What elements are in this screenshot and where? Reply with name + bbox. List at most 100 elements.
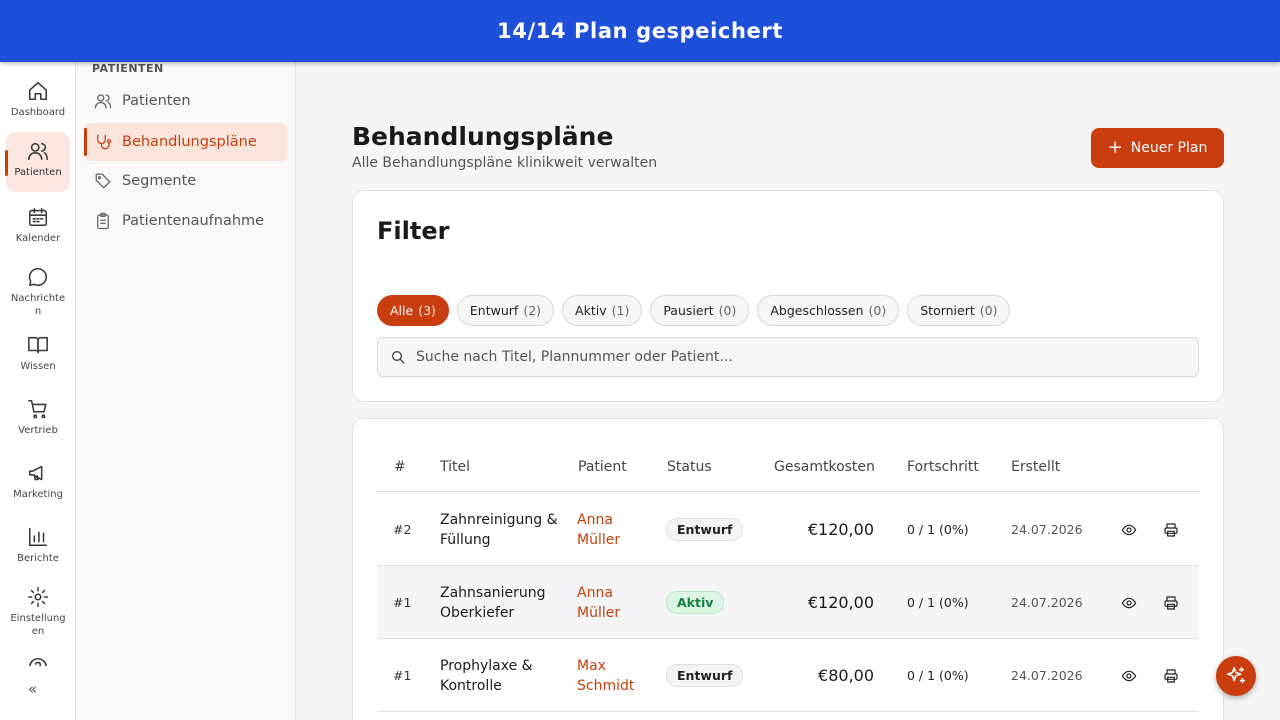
row-created: 24.07.2026	[1011, 668, 1083, 683]
subnav-item-segmente[interactable]: Segmente	[84, 162, 287, 200]
subnav-heading: PATIENTEN	[92, 62, 164, 75]
rail-item-label: Patienten	[14, 167, 62, 178]
col-progress[interactable]: Fortschritt	[907, 459, 979, 475]
row-progress: 0 / 1 (0%)	[907, 595, 969, 610]
megaphone-icon	[28, 465, 43, 481]
chip-label: Aktiv	[575, 303, 607, 318]
subnav-item-label: Patientenaufnahme	[122, 213, 265, 229]
calendar-icon	[28, 207, 48, 227]
printer-icon	[1164, 595, 1178, 610]
subnav-item-label: Behandlungspläne	[122, 134, 257, 150]
chip-aktiv[interactable]: Aktiv (1)	[562, 295, 643, 326]
status-badge: Aktiv	[666, 591, 725, 614]
row-number: #1	[393, 595, 412, 610]
rail-item-label: Wissen	[20, 361, 56, 372]
ai-assistant-button[interactable]	[1216, 656, 1256, 696]
row-total-cost: €120,00	[807, 593, 874, 612]
row-patient-link[interactable]: Max Schmidt	[577, 639, 657, 712]
rail-item-label: Berichte	[17, 553, 59, 564]
chip-entwurf[interactable]: Entwurf (2)	[456, 295, 555, 326]
rail-item-vertrieb[interactable]: Vertrieb	[6, 390, 70, 446]
rail-item-marketing[interactable]: Marketing	[6, 454, 70, 510]
search-input[interactable]	[416, 349, 1176, 365]
chip-count: (0)	[868, 303, 887, 318]
filter-title: Filter	[377, 217, 450, 245]
new-plan-label: Neuer Plan	[1130, 140, 1208, 156]
printer-icon	[1164, 522, 1178, 537]
view-button[interactable]	[1121, 639, 1137, 712]
rail-item-label: Dashboard	[10, 107, 66, 118]
row-status: Aktiv	[666, 566, 725, 639]
chip-label: Alle	[390, 303, 414, 318]
collapse-sidebar-button[interactable]: «	[28, 680, 37, 698]
view-button[interactable]	[1121, 493, 1137, 566]
rail-item-kalender[interactable]: Kalender	[6, 198, 70, 254]
new-plan-button[interactable]: + Neuer Plan	[1091, 128, 1224, 168]
chip-count: (3)	[418, 303, 436, 318]
main-rail: Dashboard Patienten Kalender Nachrichten…	[0, 62, 76, 720]
row-progress: 0 / 1 (0%)	[907, 668, 969, 683]
sparkles-icon	[1226, 666, 1246, 684]
chip-abgeschlossen[interactable]: Abgeschlossen (0)	[757, 295, 900, 326]
subnav-item-patienten[interactable]: Patienten	[84, 82, 287, 120]
chip-alle[interactable]: Alle (3)	[377, 295, 449, 326]
chip-count: (2)	[523, 303, 542, 318]
chip-label: Pausiert	[663, 303, 714, 318]
filter-card: Filter Alle (3) Entwurf (2) Aktiv (1) Pausi…	[352, 190, 1224, 402]
rail-item-patienten[interactable]: Patienten	[5, 132, 70, 192]
rail-item-label: Vertrieb	[18, 425, 58, 436]
status-badge: Entwurf	[666, 664, 744, 687]
col-patient[interactable]: Patient	[578, 459, 627, 475]
users-icon	[28, 142, 48, 161]
col-status[interactable]: Status	[667, 459, 712, 475]
search-icon	[392, 351, 405, 364]
table-row[interactable]: #1 Prophylaxe & Kontrolle Max Schmidt En…	[377, 639, 1199, 712]
row-status: Entwurf	[666, 493, 744, 566]
row-total-cost: €120,00	[807, 520, 874, 539]
status-badge: Entwurf	[666, 518, 744, 541]
col-number: #	[394, 459, 406, 475]
print-button[interactable]	[1163, 639, 1179, 712]
col-created[interactable]: Erstellt	[1011, 459, 1060, 475]
row-title: Zahnsanierung Oberkiefer	[440, 584, 546, 621]
subnav-item-label: Segmente	[122, 173, 197, 189]
rail-item-berichte[interactable]: Berichte	[6, 518, 70, 574]
message-icon	[28, 267, 47, 287]
help-icon[interactable]	[27, 656, 49, 666]
plus-icon: +	[1107, 137, 1123, 158]
table-row[interactable]: #2 Zahnreinigung & Füllung Anna Müller E…	[377, 493, 1199, 566]
print-button[interactable]	[1163, 566, 1179, 639]
row-patient-link[interactable]: Anna Müller	[577, 566, 657, 639]
subnav-item-label: Patienten	[122, 93, 191, 109]
chip-label: Storniert	[920, 303, 975, 318]
row-created: 24.07.2026	[1011, 522, 1083, 537]
rail-item-nachrichten[interactable]: Nachrichten	[6, 258, 70, 322]
rail-item-wissen[interactable]: Wissen	[6, 326, 70, 382]
chip-count: (0)	[718, 303, 737, 318]
print-button[interactable]	[1163, 493, 1179, 566]
eye-icon	[1121, 670, 1137, 681]
cart-icon	[28, 399, 47, 419]
chip-pausiert[interactable]: Pausiert (0)	[650, 295, 750, 326]
col-title[interactable]: Titel	[440, 459, 470, 475]
row-status: Entwurf	[666, 639, 744, 712]
chip-count: (1)	[611, 303, 630, 318]
row-title: Zahnreinigung & Füllung	[440, 511, 558, 548]
row-patient-link[interactable]: Anna Müller	[577, 493, 657, 566]
col-total-cost[interactable]: Gesamtkosten	[774, 459, 875, 475]
row-number: #2	[393, 522, 412, 537]
users-icon	[94, 94, 112, 109]
page-subtitle: Alle Behandlungspläne klinikweit verwalt…	[352, 155, 658, 171]
search-box	[377, 337, 1199, 377]
table-row[interactable]: #1 Zahnsanierung Oberkiefer Anna Müller …	[377, 566, 1199, 639]
rail-item-dashboard[interactable]: Dashboard	[6, 72, 70, 128]
subnav-item-behandlungsplaene[interactable]: Behandlungspläne	[84, 123, 287, 161]
subnav-item-patientenaufnahme[interactable]: Patientenaufnahme	[84, 202, 287, 240]
rail-item-label: Nachrichten	[10, 293, 66, 317]
plans-table-card: # Titel Patient Status Gesamtkosten Fort…	[352, 418, 1224, 720]
chip-storniert[interactable]: Storniert (0)	[907, 295, 1011, 326]
view-button[interactable]	[1121, 566, 1137, 639]
chart-icon	[28, 527, 48, 547]
stethoscope-icon	[97, 134, 112, 150]
rail-item-einstellungen[interactable]: Einstellungen	[6, 578, 70, 642]
